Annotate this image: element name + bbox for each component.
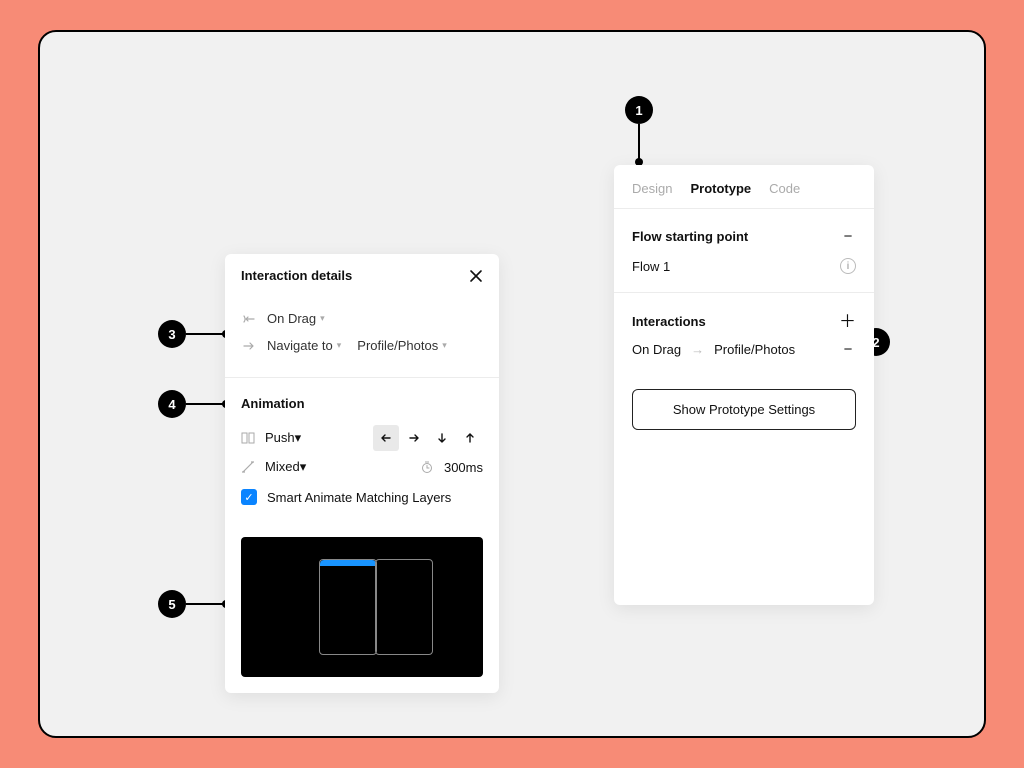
remove-flow-button[interactable]: −	[840, 229, 856, 244]
interaction-trigger: On Drag	[632, 342, 681, 357]
chevron-down-icon: ▾	[337, 340, 342, 351]
navigate-icon	[241, 339, 257, 353]
direction-left-button[interactable]	[373, 425, 399, 451]
animation-type-dropdown[interactable]: Push▾	[241, 430, 301, 446]
push-transition-icon	[241, 431, 255, 445]
arrow-left-icon	[379, 431, 393, 445]
info-icon[interactable]: i	[840, 258, 856, 274]
drag-icon	[241, 312, 257, 326]
direction-toggle	[373, 425, 483, 451]
arrow-right-icon: →	[691, 342, 704, 357]
animation-preview	[241, 537, 483, 677]
annotation-badge-1: 1	[625, 96, 653, 124]
properties-sidebar: Design Prototype Code Flow starting poin…	[614, 165, 874, 605]
arrow-right-icon	[407, 431, 421, 445]
action-dropdown[interactable]: Navigate to▾	[267, 338, 341, 353]
chevron-down-icon: ▾	[320, 313, 325, 324]
interaction-details-title: Interaction details	[241, 268, 352, 283]
interaction-target: Profile/Photos	[714, 342, 795, 357]
interaction-row[interactable]: On Drag → Profile/Photos −	[632, 334, 856, 357]
annotation-stem	[186, 403, 224, 405]
annotation-badge-5: 5	[158, 590, 186, 618]
animation-section-title: Animation	[241, 392, 483, 421]
preview-frame-next	[375, 559, 433, 655]
checkbox-checked-icon: ✓	[241, 489, 257, 505]
chevron-down-icon: ▾	[300, 459, 307, 474]
trigger-dropdown[interactable]: On Drag▾	[241, 305, 483, 332]
annotation-stem	[186, 333, 224, 335]
direction-right-button[interactable]	[401, 425, 427, 451]
chevron-down-icon: ▾	[442, 340, 447, 351]
tab-prototype[interactable]: Prototype	[690, 181, 751, 196]
clock-icon	[420, 460, 434, 474]
tab-design[interactable]: Design	[632, 181, 672, 196]
action-target-dropdown[interactable]: Profile/Photos▾	[357, 338, 446, 353]
canvas-stage: 1 2 3 4 5 Interaction details On Drag▾	[38, 30, 986, 738]
interactions-section-title: Interactions	[632, 314, 706, 329]
easing-dropdown[interactable]: Mixed▾	[241, 459, 306, 475]
annotation-badge-3: 3	[158, 320, 186, 348]
direction-up-button[interactable]	[457, 425, 483, 451]
sidebar-tabs: Design Prototype Code	[614, 165, 874, 209]
interaction-details-panel: Interaction details On Drag▾ Navigate to…	[225, 254, 499, 693]
add-interaction-button[interactable]: ＋	[839, 313, 856, 330]
preview-frame-active	[319, 559, 377, 655]
remove-interaction-button[interactable]: −	[840, 342, 856, 357]
flow-name[interactable]: Flow 1	[632, 259, 670, 274]
annotation-stem	[638, 124, 640, 160]
chevron-down-icon: ▾	[295, 430, 302, 445]
smart-animate-checkbox[interactable]: ✓ Smart Animate Matching Layers	[241, 479, 483, 509]
annotation-stem	[186, 603, 224, 605]
direction-down-button[interactable]	[429, 425, 455, 451]
arrow-up-icon	[463, 431, 477, 445]
show-prototype-settings-button[interactable]: Show Prototype Settings	[632, 389, 856, 430]
tab-code[interactable]: Code	[769, 181, 800, 196]
close-icon	[469, 269, 483, 283]
close-button[interactable]	[469, 269, 483, 283]
easing-icon	[241, 460, 255, 474]
duration-field[interactable]: 300ms	[420, 460, 483, 475]
flow-section-title: Flow starting point	[632, 229, 748, 244]
arrow-down-icon	[435, 431, 449, 445]
annotation-badge-4: 4	[158, 390, 186, 418]
